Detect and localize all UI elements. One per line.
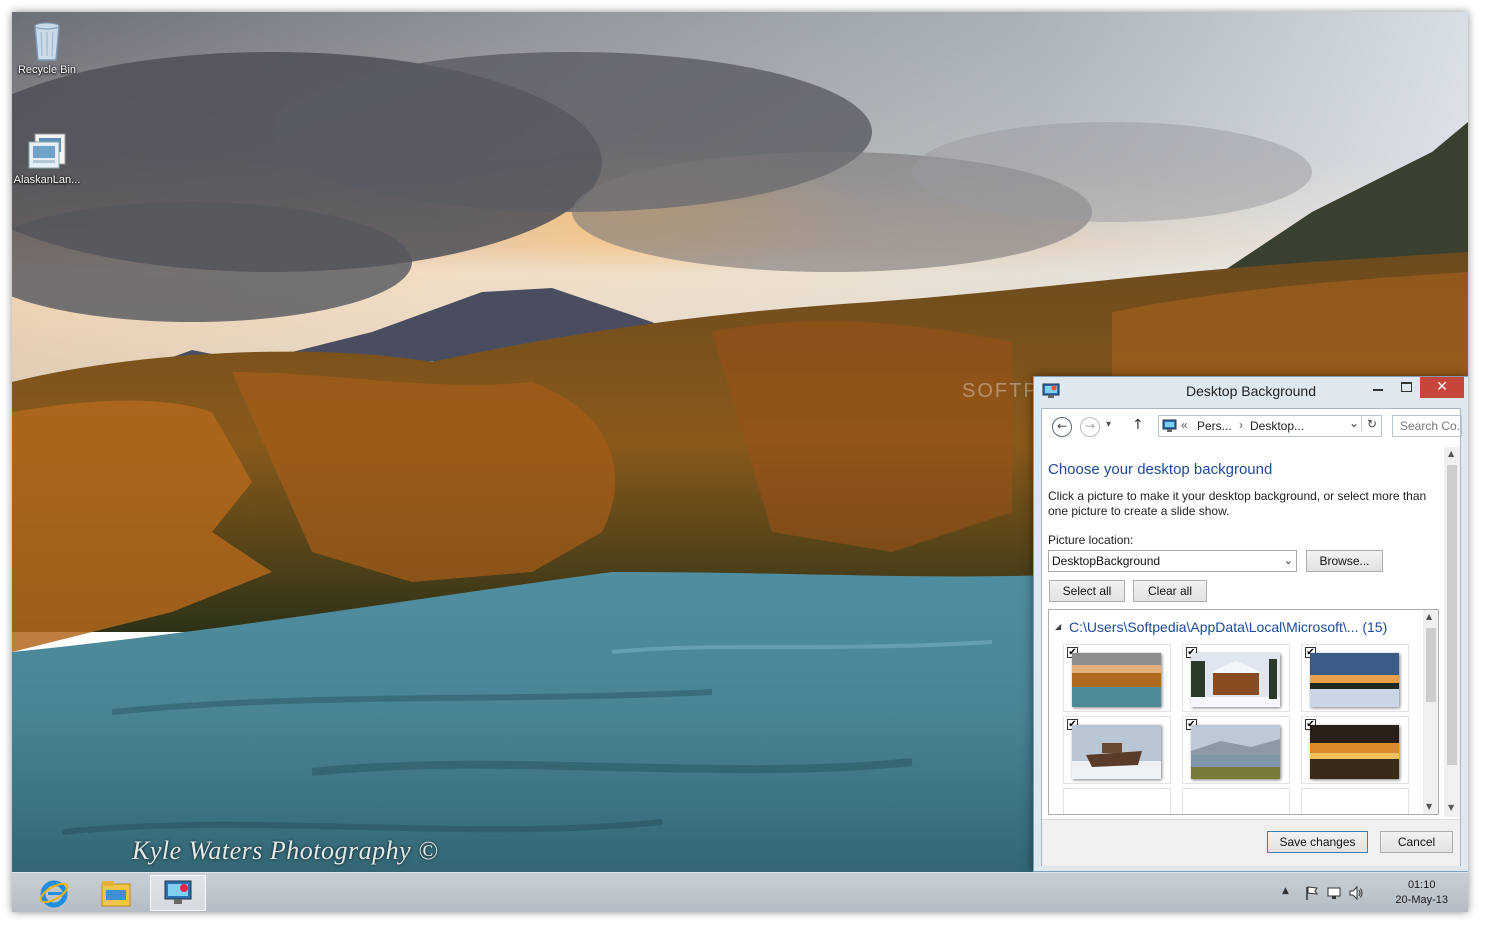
- forward-button[interactable]: →: [1080, 417, 1100, 437]
- chevron-down-icon: ▾: [1106, 419, 1112, 430]
- folder-count: (15): [1362, 619, 1388, 635]
- thumbnail-item-partial[interactable]: [1182, 788, 1290, 814]
- breadcrumb-item-desktop-background[interactable]: Desktop...: [1250, 419, 1304, 433]
- thumbnail-image-lake-mountains: [1191, 725, 1280, 779]
- taskbar-control-panel[interactable]: [150, 875, 206, 911]
- control-panel-location-icon: [1162, 419, 1177, 432]
- desktop-background-window: Desktop Background ✕ ← → ▾ ↑ « Pers... ›…: [1033, 376, 1468, 872]
- refresh-button[interactable]: ↻: [1361, 417, 1382, 431]
- scroll-down-icon[interactable]: ▼: [1426, 802, 1432, 811]
- scroll-down-icon[interactable]: ▼: [1448, 803, 1454, 812]
- picture-gallery: ◢ C:\Users\Softpedia\AppData\Local\Micro…: [1048, 609, 1439, 815]
- system-tray: ▲ 01:10 20-May-13: [1268, 873, 1468, 912]
- back-button[interactable]: ←: [1052, 417, 1072, 437]
- file-explorer-icon: [101, 881, 131, 907]
- scroll-thumb[interactable]: [1447, 465, 1457, 765]
- up-button[interactable]: ↑: [1132, 417, 1144, 433]
- close-button[interactable]: ✕: [1420, 377, 1464, 398]
- collapse-group-icon[interactable]: ◢: [1055, 622, 1061, 631]
- thumbnail-image-snowy-cabin: [1191, 653, 1280, 707]
- desktop-screen: Recycle Bin AlaskanLan... SOFTPEDIA Kyle…: [12, 12, 1468, 912]
- control-panel-icon: [164, 880, 192, 904]
- window-client-area: ← → ▾ ↑ « Pers... › Desktop... ⌄ ↻ Searc…: [1041, 408, 1462, 866]
- breadcrumb-overflow[interactable]: «: [1181, 418, 1188, 432]
- taskbar-clock[interactable]: 01:10 20-May-13: [1395, 878, 1448, 908]
- scroll-up-icon[interactable]: ▲: [1448, 449, 1454, 458]
- theme-file-label: AlaskanLan...: [13, 174, 81, 186]
- network-icon[interactable]: [1326, 885, 1342, 901]
- dialog-button-bar: Save changes Cancel: [1042, 819, 1460, 866]
- taskbar-internet-explorer[interactable]: [26, 875, 82, 911]
- maximize-icon: [1401, 382, 1412, 392]
- address-bar[interactable]: « Pers... › Desktop... ⌄ ↻: [1158, 415, 1382, 437]
- scroll-up-icon[interactable]: ▲: [1426, 612, 1432, 621]
- maximize-button[interactable]: [1392, 377, 1420, 398]
- show-hidden-icons-button[interactable]: ▲: [1282, 886, 1298, 902]
- minimize-icon: [1373, 389, 1383, 391]
- recycle-bin-label: Recycle Bin: [17, 64, 77, 76]
- back-arrow-icon: ←: [1056, 419, 1068, 433]
- window-titlebar[interactable]: Desktop Background ✕: [1034, 377, 1468, 407]
- clock-date: 20-May-13: [1395, 894, 1448, 906]
- picture-location-label: Picture location:: [1048, 533, 1134, 547]
- wallpaper-credit: Kyle Waters Photography ©: [132, 836, 439, 865]
- browse-button[interactable]: Browse...: [1306, 550, 1383, 572]
- dropdown-arrow-icon: ⌄: [1283, 555, 1293, 567]
- thumbnail-image-boat-snow: [1072, 725, 1161, 779]
- thumbnail-item[interactable]: ✔: [1063, 644, 1171, 712]
- taskbar: ▲ 01:10 20-May-13: [12, 872, 1468, 912]
- internet-explorer-icon: [39, 880, 69, 908]
- folder-path: C:\Users\Softpedia\AppData\Local\Microso…: [1069, 619, 1359, 635]
- cancel-button[interactable]: Cancel: [1380, 831, 1453, 853]
- recycle-bin-icon: [34, 22, 60, 61]
- search-box[interactable]: Search Co...: [1392, 415, 1462, 437]
- thumbnail-image-river-autumn: [1072, 653, 1161, 707]
- theme-file-icon: [28, 133, 66, 169]
- scroll-thumb[interactable]: [1426, 628, 1436, 702]
- thumbnail-item-partial[interactable]: [1063, 788, 1171, 814]
- clock-time: 01:10: [1407, 879, 1436, 891]
- thumbnail-item[interactable]: ✔: [1182, 716, 1290, 784]
- navigation-bar: ← → ▾ ↑ « Pers... › Desktop... ⌄ ↻ Searc…: [1042, 409, 1462, 447]
- taskbar-file-explorer[interactable]: [88, 875, 144, 911]
- thumbnail-item[interactable]: ✔: [1063, 716, 1171, 784]
- breadcrumb-item-personalization[interactable]: Pers...: [1197, 419, 1232, 433]
- minimize-button[interactable]: [1364, 377, 1392, 398]
- theme-file-shortcut[interactable]: AlaskanLan...: [12, 132, 83, 186]
- thumbnail-image-winter-sunset: [1310, 653, 1399, 707]
- thumbnail-item[interactable]: ✔: [1182, 644, 1290, 712]
- volume-icon[interactable]: [1348, 885, 1364, 901]
- thumbnail-item[interactable]: ✔: [1301, 644, 1409, 712]
- clear-all-button[interactable]: Clear all: [1133, 580, 1207, 602]
- thumbnail-image-lake-sunset: [1310, 725, 1399, 779]
- breadcrumb-separator[interactable]: ›: [1239, 418, 1243, 432]
- page-scrollbar[interactable]: ▲ ▼: [1444, 447, 1460, 817]
- select-all-button[interactable]: Select all: [1049, 580, 1125, 602]
- gallery-scrollbar[interactable]: ▲ ▼: [1423, 610, 1438, 814]
- page-description: Click a picture to make it your desktop …: [1048, 489, 1427, 518]
- page-heading: Choose your desktop background: [1048, 461, 1273, 478]
- recent-locations-button[interactable]: ▾: [1106, 419, 1111, 430]
- save-changes-button[interactable]: Save changes: [1267, 831, 1368, 853]
- forward-arrow-icon: →: [1084, 419, 1096, 433]
- thumbnail-item[interactable]: ✔: [1301, 716, 1409, 784]
- address-dropdown-button[interactable]: ⌄: [1349, 416, 1359, 430]
- folder-group-header[interactable]: C:\Users\Softpedia\AppData\Local\Microso…: [1069, 619, 1387, 635]
- thumbnail-item-partial[interactable]: [1301, 788, 1409, 814]
- close-icon: ✕: [1436, 379, 1448, 395]
- up-arrow-icon: ↑: [1132, 417, 1144, 433]
- picture-location-value: DesktopBackground: [1052, 554, 1161, 568]
- recycle-bin-shortcut[interactable]: Recycle Bin: [12, 18, 83, 76]
- action-center-flag-icon[interactable]: [1304, 885, 1320, 901]
- picture-location-dropdown[interactable]: DesktopBackground ⌄: [1048, 550, 1297, 572]
